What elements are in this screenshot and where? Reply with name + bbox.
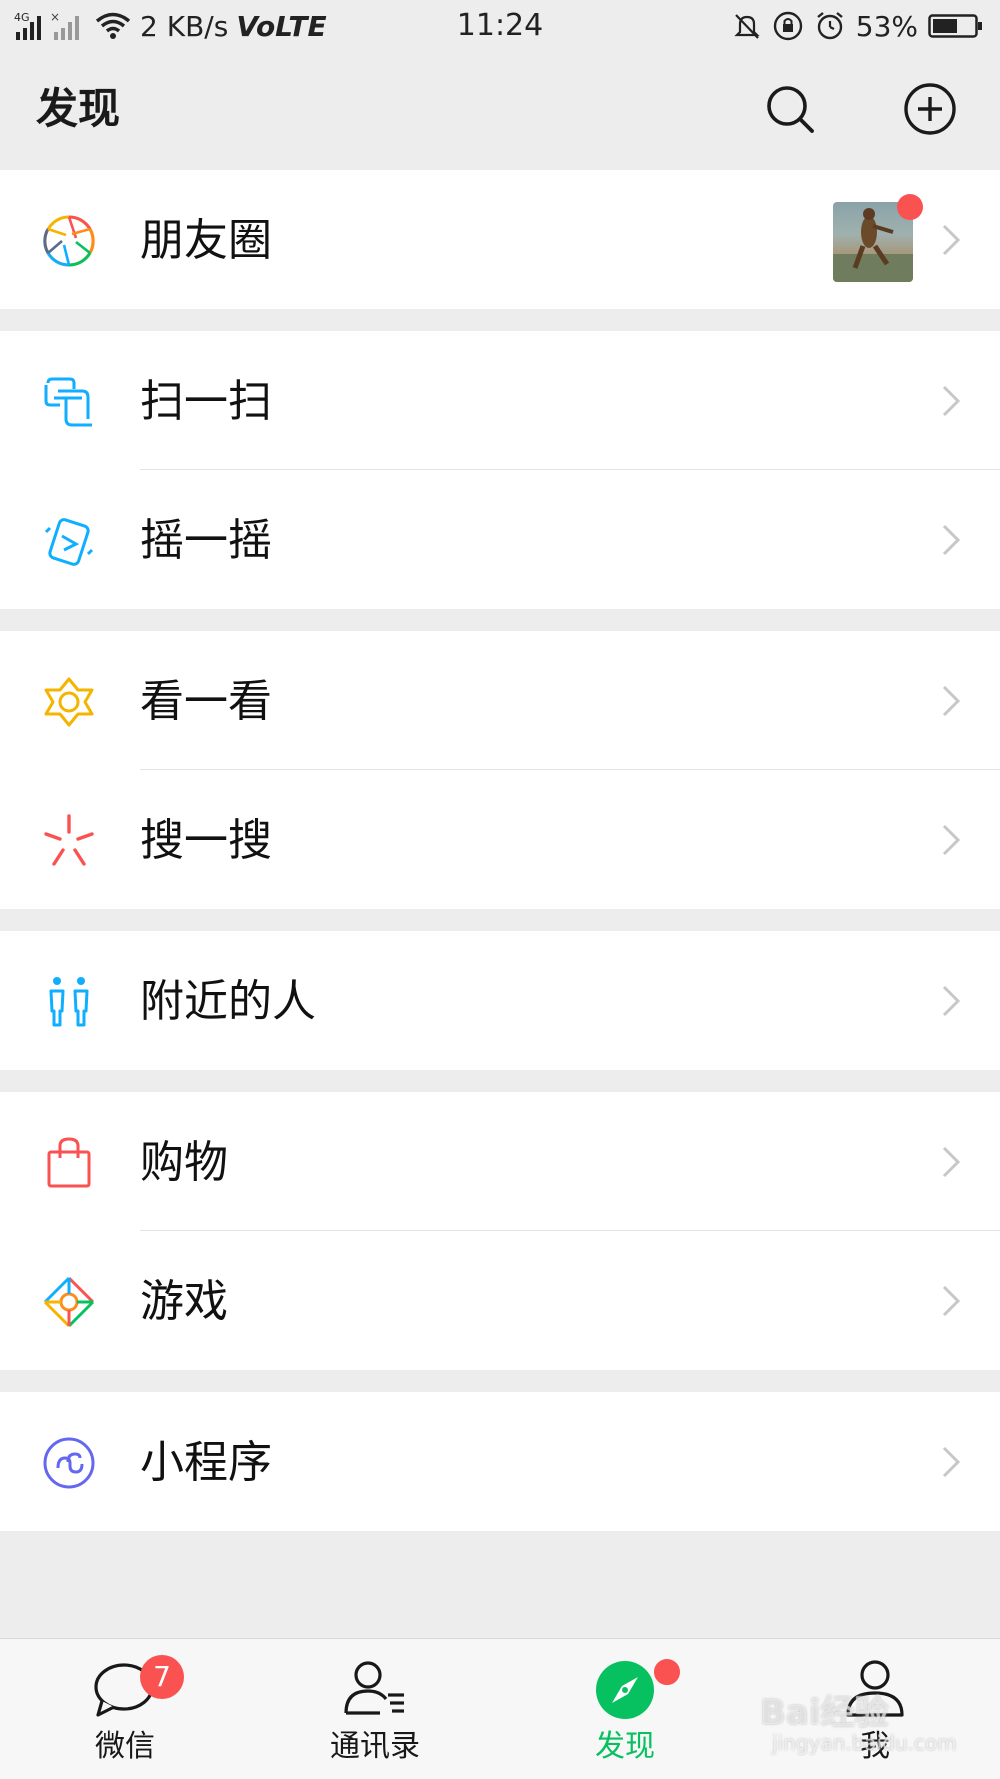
network-type-label: 4G: [14, 11, 30, 24]
menu-label-people-nearby: 附近的人: [140, 976, 316, 1027]
rotation-lock-icon: [773, 11, 802, 41]
plus-circle-icon: [904, 83, 956, 135]
menu-group-scan-shake: 扫一扫 摇一摇: [0, 331, 1000, 609]
tab-label-chats: 微信: [95, 1729, 155, 1764]
alarm-icon: [817, 12, 843, 40]
menu-label-top-stories: 看一看: [140, 676, 272, 727]
menu-group-mini-programs: 小程序: [0, 1392, 1000, 1531]
menu-group-look-search: 看一看 搜一搜: [0, 631, 1000, 909]
menu-label-scan: 扫一扫: [140, 376, 272, 427]
chevron-right-icon: [942, 224, 961, 256]
hexagram-icon: [44, 677, 94, 727]
discover-menu: 朋友圈 扫一扫 摇一摇 看一看 搜一搜 附近的人 购物 游戏 小程序: [0, 170, 1000, 1553]
tab-chats[interactable]: 7 微信: [0, 1639, 250, 1779]
menu-item-search[interactable]: 搜一搜: [0, 770, 1000, 909]
battery-icon: [928, 14, 982, 38]
menu-label-games: 游戏: [140, 1276, 228, 1327]
menu-item-games[interactable]: 游戏: [0, 1231, 1000, 1370]
menu-item-mini-programs[interactable]: 小程序: [0, 1392, 1000, 1531]
menu-label-moments: 朋友圈: [140, 215, 272, 266]
battery-percent: 53%: [855, 9, 918, 43]
status-right: 53%: [732, 6, 984, 46]
menu-item-people-nearby[interactable]: 附近的人: [0, 931, 1000, 1070]
chevron-right-icon: [942, 985, 961, 1017]
shake-phone-icon: [44, 518, 94, 566]
people-icon: [49, 977, 89, 1027]
menu-label-mini-programs: 小程序: [140, 1437, 272, 1488]
sparkle-search-icon: [44, 814, 94, 866]
person-icon: [846, 1660, 904, 1717]
menu-label-shopping: 购物: [140, 1137, 228, 1188]
bottom-tab-bar: 7 微信 通讯录 发现 我 Bai经验 jingyan.baidu.com: [0, 1638, 1000, 1779]
menu-label-search: 搜一搜: [140, 815, 272, 866]
shopping-bag-icon: [47, 1137, 91, 1188]
unread-badge: 7: [140, 1655, 184, 1699]
chevron-right-icon: [942, 385, 961, 417]
menu-group-nearby: 附近的人: [0, 931, 1000, 1070]
compass-icon: [596, 1661, 654, 1719]
tab-discover[interactable]: 发现: [500, 1639, 750, 1779]
chevron-right-icon: [942, 1285, 961, 1317]
add-button[interactable]: [902, 81, 958, 137]
cellular-signal-icon: 4G ×: [14, 10, 79, 40]
menu-item-shopping[interactable]: 购物: [0, 1092, 1000, 1231]
menu-label-shake: 摇一摇: [140, 515, 272, 566]
tab-contacts[interactable]: 通讯录: [250, 1639, 500, 1779]
menu-group-moments: 朋友圈: [0, 170, 1000, 309]
tab-label-me: 我: [860, 1729, 890, 1764]
chevron-right-icon: [942, 1446, 961, 1478]
search-icon: [767, 86, 814, 133]
scan-icon: [44, 377, 92, 427]
tab-label-contacts: 通讯录: [330, 1729, 420, 1764]
chevron-right-icon: [942, 524, 961, 556]
wifi-icon: [95, 12, 131, 39]
header-bar: 发现: [0, 52, 1000, 170]
chevron-right-icon: [942, 685, 961, 717]
mini-program-icon: [43, 1437, 95, 1489]
game-diamond-icon: [43, 1276, 95, 1328]
chevron-right-icon: [942, 824, 961, 856]
svg-text:×: ×: [50, 10, 60, 24]
menu-group-shop-games: 购物 游戏: [0, 1092, 1000, 1370]
volte-label: VoLTE: [236, 9, 327, 43]
moments-new-dot: [897, 194, 923, 220]
page-title: 发现: [36, 84, 121, 133]
menu-item-top-stories[interactable]: 看一看: [0, 631, 1000, 770]
contacts-icon: [344, 1661, 404, 1715]
discover-new-dot: [652, 1657, 682, 1687]
network-speed: 2 KB/s: [140, 9, 229, 43]
search-button[interactable]: [762, 81, 818, 137]
menu-item-shake[interactable]: 摇一摇: [0, 470, 1000, 609]
chevron-right-icon: [942, 1146, 961, 1178]
tab-label-discover: 发现: [595, 1729, 655, 1764]
menu-item-scan[interactable]: 扫一扫: [0, 331, 1000, 470]
status-bar: 4G × 2 KB/s VoLTE 11:24 53%: [0, 0, 1000, 52]
tab-me[interactable]: 我: [750, 1639, 1000, 1779]
status-left: 4G × 2 KB/s VoLTE: [14, 6, 327, 46]
bell-muted-icon: [734, 14, 760, 39]
menu-item-moments[interactable]: 朋友圈: [0, 170, 1000, 309]
aperture-icon: [43, 215, 95, 267]
